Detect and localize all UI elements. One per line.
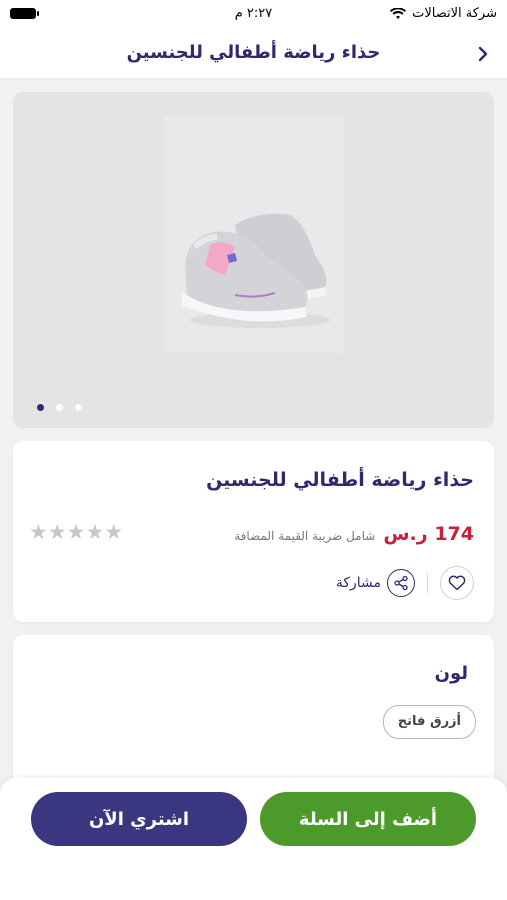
rating-stars[interactable]: ★★★★★ bbox=[29, 520, 123, 544]
price-row: 174 ر.س شامل ضريبة القيمة المضافة bbox=[234, 523, 474, 545]
sneaker-illustration bbox=[181, 213, 330, 328]
add-to-cart-button[interactable]: أضف إلى السلة bbox=[260, 792, 476, 846]
product-title: حذاء رياضة أطفالي للجنسين bbox=[206, 469, 474, 491]
pagination-dot[interactable] bbox=[37, 404, 44, 411]
share-icon-wrapper bbox=[387, 569, 415, 597]
chevron-right-icon bbox=[478, 46, 488, 62]
page-title: حذاء رياضة أطفالي للجنسين bbox=[126, 42, 381, 63]
product-info-card: حذاء رياضة أطفالي للجنسين 174 ر.س شامل ض… bbox=[13, 441, 494, 622]
nav-bar: حذاء رياضة أطفالي للجنسين bbox=[0, 30, 507, 78]
vat-note: شامل ضريبة القيمة المضافة bbox=[234, 529, 376, 543]
color-section-title: لون bbox=[434, 663, 468, 684]
product-actions: مشاركة bbox=[336, 566, 474, 600]
product-image[interactable] bbox=[165, 115, 343, 353]
wishlist-button[interactable] bbox=[440, 566, 474, 600]
carrier-name: شركة الاتصالات bbox=[412, 6, 497, 21]
status-bar: ٢:٢٧ م شركة الاتصالات bbox=[0, 0, 507, 30]
buy-now-button[interactable]: اشتري الآن bbox=[31, 792, 247, 846]
bottom-action-bar: أضف إلى السلة اشتري الآن bbox=[0, 778, 507, 900]
back-button[interactable] bbox=[473, 42, 493, 66]
product-gallery[interactable] bbox=[13, 92, 494, 428]
carrier-info: شركة الاتصالات bbox=[390, 6, 497, 21]
pagination-dot[interactable] bbox=[56, 404, 63, 411]
pagination-dot[interactable] bbox=[75, 404, 82, 411]
product-price: 174 ر.س bbox=[383, 523, 474, 545]
color-option-chip[interactable]: أزرق فاتح bbox=[382, 705, 476, 739]
share-label: مشاركة bbox=[335, 575, 381, 591]
divider bbox=[427, 573, 428, 593]
share-button[interactable]: مشاركة bbox=[336, 569, 415, 597]
gallery-pagination bbox=[37, 404, 82, 411]
heart-icon bbox=[448, 575, 466, 591]
wifi-icon bbox=[390, 7, 407, 19]
share-icon bbox=[394, 575, 408, 591]
